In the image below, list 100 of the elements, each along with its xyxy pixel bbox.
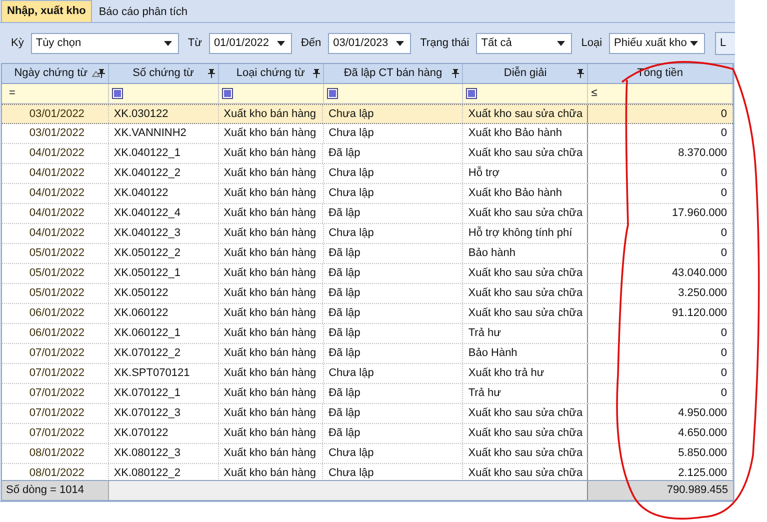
table-cell: XK.040122_2 xyxy=(108,164,219,183)
dropdown-field[interactable]: 03/01/2023 xyxy=(328,32,412,54)
dropdown-field[interactable]: Phiếu xuất kho xyxy=(609,32,706,54)
table-row[interactable]: 07/01/2022 XK.070122_3 Xuất kho bán hàng Đã lập Xuất kho sau sửa chữa 4.950.000 xyxy=(2,404,733,424)
table-cell: 5.850.000 xyxy=(588,444,733,463)
table-row[interactable]: 04/01/2022 XK.040122_3 Xuất kho bán hàng Chưa lập Hỗ trợ không tính phí 0 xyxy=(2,224,733,244)
table-cell: 06/01/2022 xyxy=(6,324,109,343)
table-row[interactable]: 07/01/2022 XK.070122_1 Xuất kho bán hàng Đã lập Trả hư 0 xyxy=(2,384,733,404)
table-cell: XK.040122_4 xyxy=(108,204,219,223)
filter-operator[interactable]: ≤ xyxy=(591,85,598,102)
table-cell: 07/01/2022 xyxy=(6,424,109,443)
table-cell: Xuất kho bán hàng xyxy=(218,424,324,443)
table-cell: 0 xyxy=(588,384,733,403)
table-row[interactable]: 07/01/2022 XK.070122_2 Xuất kho bán hàng Đã lập Bảo Hành 0 xyxy=(2,344,733,364)
filter-operator[interactable]: = xyxy=(9,85,16,102)
table-row[interactable]: 07/01/2022 XK.SPT070121 Xuất kho bán hàng Chưa lập Xuất kho trả hư 0 xyxy=(2,364,733,384)
table-cell: Xuất kho bán hàng xyxy=(218,105,324,123)
filter-condition-icon[interactable] xyxy=(112,88,123,99)
table-cell: 0 xyxy=(588,364,733,383)
table-cell: 0 xyxy=(588,324,733,343)
table-cell: XK.050122_2 xyxy=(108,244,219,263)
table-row[interactable]: 06/01/2022 XK.060122_1 Xuất kho bán hàng Đã lập Trả hư 0 xyxy=(2,324,733,344)
column-header[interactable]: Số chứng từ xyxy=(108,64,219,83)
dropdown-field[interactable]: Tùy chọn xyxy=(30,32,179,54)
dropdown-field[interactable]: 01/01/2022 xyxy=(208,32,292,54)
pin-icon[interactable] xyxy=(208,69,215,78)
column-header[interactable]: Đã lập CT bán hàng xyxy=(324,64,464,83)
table-cell: 08/01/2022 xyxy=(6,444,109,463)
pin-icon[interactable] xyxy=(98,69,105,78)
table-cell: Xuất kho bán hàng xyxy=(218,184,324,203)
table-row[interactable]: 07/01/2022 XK.070122 Xuất kho bán hàng Đã lập Xuất kho sau sửa chữa 4.650.000 xyxy=(2,424,733,444)
table-cell: Đã lập xyxy=(323,404,464,423)
table-row[interactable]: 04/01/2022 XK.040122_4 Xuất kho bán hàng Đã lập Xuất kho sau sửa chữa 17.960.000 xyxy=(2,204,733,224)
table-cell: Xuất kho bán hàng xyxy=(218,204,324,223)
filter-label: Đến xyxy=(300,36,322,51)
tab[interactable]: Nhập, xuất kho xyxy=(1,0,92,22)
table-cell: 06/01/2022 xyxy=(6,304,109,323)
table-cell: Hỗ trợ xyxy=(463,164,588,183)
table-cell: XK.070122_1 xyxy=(108,384,219,403)
table-cell: Xuất kho sau sửa chữa xyxy=(463,424,588,443)
table-cell: Bảo hành xyxy=(463,244,588,263)
table-cell: 43.040.000 xyxy=(588,264,733,283)
column-header[interactable]: Ngày chứng từ xyxy=(6,64,109,83)
table-cell: Xuất kho bán hàng xyxy=(218,384,324,403)
dropdown-caret-icon xyxy=(164,40,172,46)
table-cell: Xuất kho bán hàng xyxy=(218,224,324,243)
table-row[interactable]: 04/01/2022 XK.040122_2 Xuất kho bán hàng Chưa lập Hỗ trợ 0 xyxy=(2,164,733,184)
table-cell: XK.080122_3 xyxy=(108,444,219,463)
pin-icon[interactable] xyxy=(312,69,320,78)
dropdown-field[interactable]: Tất cả xyxy=(476,32,572,54)
table-row[interactable]: 03/01/2022 XK.VANNINH2 Xuất kho bán hàng Chưa lập Xuất kho Bảo hành 0 xyxy=(2,124,733,144)
filter-label: Trạng thái xyxy=(420,36,470,51)
table-cell: Xuất kho sau sửa chữa xyxy=(463,204,588,223)
table-cell: Xuất kho bán hàng xyxy=(218,124,324,143)
table-row[interactable]: 06/01/2022 XK.060122 Xuất kho bán hàng Đã lập Xuất kho sau sửa chữa 91.120.000 xyxy=(2,304,733,324)
toolbar-button[interactable]: L xyxy=(715,32,735,54)
filter-condition-icon[interactable] xyxy=(222,88,233,99)
table-cell: Xuất kho bán hàng xyxy=(218,164,324,183)
table-row[interactable]: 04/01/2022 XK.040122 Xuất kho bán hàng Chưa lập Xuất kho Bảo hành 0 xyxy=(2,184,733,204)
column-header[interactable]: Diễn giải xyxy=(463,64,588,83)
table-cell: Đã lập xyxy=(323,204,464,223)
table-cell: 0 xyxy=(588,224,733,243)
filter-condition-icon[interactable] xyxy=(466,88,478,99)
table-cell: 0 xyxy=(588,244,733,263)
table-cell: Chưa lập xyxy=(324,224,464,243)
table-cell: 07/01/2022 xyxy=(6,344,109,363)
table-cell: Đã lập xyxy=(324,384,464,403)
table-cell: XK.050122_1 xyxy=(108,264,219,283)
table-cell: Trả hư xyxy=(463,384,588,403)
table-cell: 4.950.000 xyxy=(588,404,733,423)
table-row[interactable]: 05/01/2022 XK.050122_1 Xuất kho bán hàng Đã lập Xuất kho sau sửa chữa 43.040.000 xyxy=(2,264,733,284)
total-amount: 790.989.455 xyxy=(588,481,733,500)
table-cell: XK.040122 xyxy=(108,184,219,203)
table-cell: 07/01/2022 xyxy=(6,364,109,383)
table-row[interactable]: 05/01/2022 XK.050122_2 Xuất kho bán hàng Đã lập Bảo hành 0 xyxy=(2,244,733,264)
table-cell: XK.040122_1 xyxy=(108,144,219,163)
pin-icon[interactable] xyxy=(577,69,584,78)
table-row[interactable]: 04/01/2022 XK.040122_1 Xuất kho bán hàng Đã lập Xuất kho sau sửa chữa 8.370.000 xyxy=(2,144,733,164)
table-row[interactable]: 08/01/2022 XK.080122_3 Xuất kho bán hàng Chưa lập Xuất kho sau sửa chữa 5.850.000 xyxy=(2,444,733,464)
table-cell: Đã lập xyxy=(323,264,464,283)
filter-condition-icon[interactable] xyxy=(326,88,338,99)
table-cell: XK.SPT070121 xyxy=(108,364,219,383)
table-cell: Xuất kho bán hàng xyxy=(218,444,324,463)
table-cell: 07/01/2022 xyxy=(6,404,109,423)
table-cell: Xuất kho sau sửa chữa xyxy=(463,105,588,123)
table-cell: Chưa lập xyxy=(324,364,464,383)
dropdown-caret-icon xyxy=(396,40,404,46)
table-row[interactable]: 05/01/2022 XK.050122 Xuất kho bán hàng Đã lập Xuất kho sau sửa chữa 3.250.000 xyxy=(2,284,733,304)
table-cell: XK.070122_2 xyxy=(108,344,219,363)
table-cell: Đã lập xyxy=(323,304,464,323)
table-cell: 0 xyxy=(588,124,733,143)
tab[interactable]: Báo cáo phân tích xyxy=(92,2,195,22)
table-cell: XK.060122 xyxy=(108,304,219,323)
table-cell: Xuất kho sau sửa chữa xyxy=(463,144,588,163)
table-cell: Xuất kho sau sửa chữa xyxy=(463,284,588,303)
table-row[interactable]: 03/01/2022 XK.030122 Xuất kho bán hàng Chưa lập Xuất kho sau sửa chữa 0 xyxy=(2,104,733,124)
table-cell: Trả hư xyxy=(463,324,588,343)
column-header[interactable]: Loại chứng từ xyxy=(218,64,324,83)
pin-icon[interactable] xyxy=(452,69,460,78)
table-cell: 3.250.000 xyxy=(588,284,733,303)
